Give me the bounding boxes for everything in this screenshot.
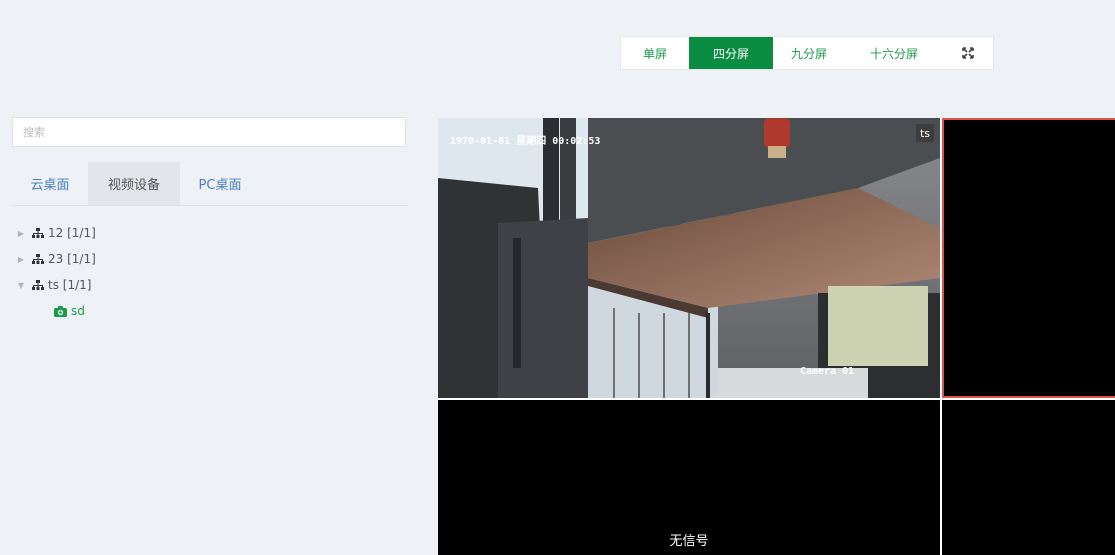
tree-node-label: 23 [1/1] xyxy=(48,252,96,266)
tab-pc-desktop[interactable]: PC桌面 xyxy=(180,162,260,205)
network-icon xyxy=(32,253,44,264)
tab-cloud-desktop[interactable]: 云桌面 xyxy=(12,162,88,205)
video-cell-1[interactable]: 1970-01-01 星期四 00:02:53 Camera 01 ts xyxy=(438,118,940,398)
camera-feed-image xyxy=(438,118,940,398)
tree-node[interactable]: ▼ ts [1/1] xyxy=(16,272,96,298)
video-cell-3[interactable]: 无信号 xyxy=(438,400,940,555)
single-screen-button[interactable]: 单屏 xyxy=(621,37,689,69)
fullscreen-button[interactable] xyxy=(943,37,993,69)
tree-node-label: ts [1/1] xyxy=(48,278,92,292)
nine-screen-button[interactable]: 九分屏 xyxy=(773,37,845,69)
fullscreen-icon xyxy=(962,47,974,59)
search-input[interactable] xyxy=(12,117,406,147)
quad-screen-button[interactable]: 四分屏 xyxy=(689,37,773,69)
video-grid: 1970-01-01 星期四 00:02:53 Camera 01 ts 无信号 xyxy=(438,118,1115,555)
camera-icon xyxy=(54,305,67,317)
osd-camera-label: Camera 01 xyxy=(800,366,855,377)
device-tree: ▶ 12 [1/1] ▶ 23 [1/1] ▼ ts [1/1] sd xyxy=(16,220,96,324)
camera-device-item[interactable]: sd xyxy=(16,298,96,324)
tree-node[interactable]: ▶ 12 [1/1] xyxy=(16,220,96,246)
caret-down-icon[interactable]: ▼ xyxy=(16,281,26,290)
layout-toolbar: 单屏 四分屏 九分屏 十六分屏 xyxy=(620,36,994,70)
video-cell-4[interactable] xyxy=(942,400,1115,555)
tab-video-devices[interactable]: 视频设备 xyxy=(88,162,180,205)
camera-device-label: sd xyxy=(71,304,85,318)
video-cell-2[interactable] xyxy=(942,118,1115,398)
device-tabs: 云桌面 视频设备 PC桌面 xyxy=(12,162,408,206)
caret-right-icon[interactable]: ▶ xyxy=(16,255,26,264)
network-icon xyxy=(32,227,44,238)
sixteen-screen-button[interactable]: 十六分屏 xyxy=(845,37,943,69)
channel-badge: ts xyxy=(916,124,934,142)
osd-timestamp: 1970-01-01 星期四 00:02:53 xyxy=(450,136,601,147)
tree-node-label: 12 [1/1] xyxy=(48,226,96,240)
tree-node[interactable]: ▶ 23 [1/1] xyxy=(16,246,96,272)
caret-right-icon[interactable]: ▶ xyxy=(16,229,26,238)
no-signal-text: 无信号 xyxy=(669,534,709,549)
network-icon xyxy=(32,279,44,290)
